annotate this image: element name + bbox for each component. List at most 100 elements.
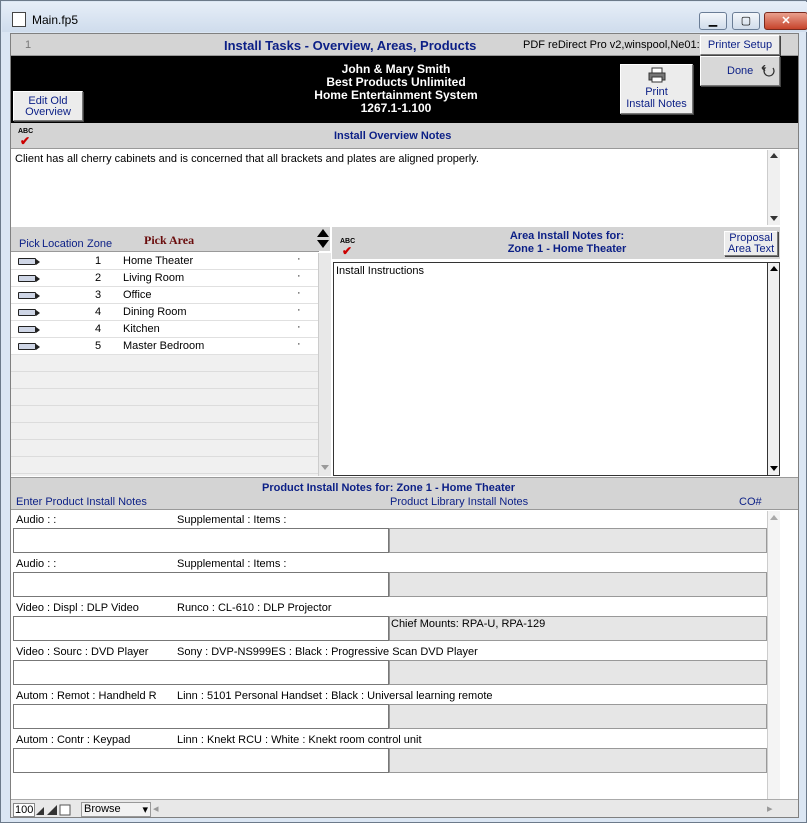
area-dot: · [297, 270, 301, 282]
product-library-notes [389, 704, 767, 729]
product-category: Audio : : [16, 558, 57, 570]
area-notes-text: Install Instructions [336, 265, 425, 277]
mode-select[interactable]: Browse ▾ [81, 802, 151, 817]
done-arrow-icon [761, 65, 775, 77]
product-up-icon[interactable] [770, 515, 778, 520]
zoom-level[interactable]: 100 [13, 803, 36, 817]
col-pick: Pick [19, 238, 40, 250]
pick-pencil-icon[interactable] [18, 309, 40, 316]
area-zone: 3 [95, 289, 102, 301]
area-zone: 2 [95, 272, 102, 284]
product-install-notes-field[interactable] [13, 660, 389, 685]
product-notes-title: Product Install Notes for: Zone 1 - Home… [262, 482, 516, 494]
product-category: Video : Sourc : DVD Player [16, 646, 149, 658]
area-dot: · [297, 338, 301, 350]
product-notes-header: Product Install Notes for: Zone 1 - Home… [11, 477, 798, 510]
window-title: Main.fp5 [32, 13, 79, 27]
scroll-left-icon[interactable]: ◂ [153, 802, 159, 815]
product-install-notes-field[interactable] [13, 616, 389, 641]
pick-pencil-icon[interactable] [18, 275, 40, 282]
done-label: Done [727, 65, 754, 77]
area-name: Dining Room [123, 306, 187, 318]
area-notes-zone: Zone 1 - Home Theater [507, 243, 627, 255]
area-notes-down-icon[interactable] [770, 466, 778, 471]
product-list-scrollbar[interactable] [767, 511, 780, 799]
overview-scrollbar[interactable] [767, 150, 780, 225]
close-button[interactable]: ✕ [764, 12, 807, 30]
area-spellcheck-icon[interactable]: ABC ✔ [340, 238, 358, 258]
zoom-icons[interactable] [35, 803, 71, 816]
product-library-notes [389, 528, 767, 553]
mode-label: Browse [84, 803, 121, 815]
spellcheck-icon[interactable]: ABC ✔ [18, 128, 36, 148]
area-row[interactable]: 3 Office · [11, 287, 318, 304]
product-library-notes [389, 572, 767, 597]
area-notes-up-icon[interactable] [770, 266, 778, 271]
overview-notes-field[interactable]: Client has all cherry cabinets and is co… [12, 150, 780, 225]
pick-area-header: Pick Location Zone Pick Area [11, 227, 319, 252]
product-list: Audio : : Supplemental : Items : Audio : :… [11, 511, 767, 799]
area-name: Kitchen [123, 323, 160, 335]
product-row: Audio : : Supplemental : Items : [11, 555, 767, 599]
area-row[interactable]: 4 Dining Room · [11, 304, 318, 321]
product-install-notes-field[interactable] [13, 572, 389, 597]
record-number: 1 [25, 39, 32, 51]
pick-area-title: Pick Area [144, 233, 195, 247]
app-window: Main.fp5 ▁ ▢ ✕ 1 Install Tasks - Overvie… [0, 0, 807, 823]
product-row: Autom : Remot : Handheld R Linn : 5101 Pe… [11, 687, 767, 731]
area-name: Home Theater [123, 255, 194, 267]
pick-pencil-icon[interactable] [18, 258, 40, 265]
area-down-icon[interactable] [317, 240, 329, 248]
scroll-right-icon[interactable]: ▸ [767, 802, 773, 815]
printer-info: PDF reDirect Pro v2,winspool,Ne01: [523, 39, 700, 51]
product-row: Autom : Contr : Keypad Linn : Knekt RCU :… [11, 731, 767, 775]
area-scroll-down-icon[interactable] [321, 465, 329, 470]
page-title: Install Tasks - Overview, Areas, Product… [224, 38, 477, 53]
area-row[interactable]: 2 Living Room · [11, 270, 318, 287]
product-row: Video : Displ : DLP Video Runco : CL-610 … [11, 599, 767, 643]
product-install-notes-field[interactable] [13, 748, 389, 773]
area-row[interactable]: 4 Kitchen · [11, 321, 318, 338]
area-row[interactable]: 1 Home Theater · [11, 253, 318, 270]
scroll-down-icon[interactable] [770, 216, 778, 221]
product-library-notes: Chief Mounts: RPA-U, RPA-129 [389, 616, 767, 641]
pick-pencil-icon[interactable] [18, 292, 40, 299]
printer-icon [648, 67, 665, 83]
pick-pencil-icon[interactable] [18, 326, 40, 333]
area-list-scrollbar[interactable] [318, 253, 331, 476]
product-row: Video : Sourc : DVD Player Sony : DVP-NS9… [11, 643, 767, 687]
product-description: Sony : DVP-NS999ES : Black : Progressive… [177, 646, 478, 658]
col-zone: Zone [87, 238, 113, 250]
product-description: Supplemental : Items : [177, 558, 287, 570]
product-description: Runco : CL-610 : DLP Projector [177, 602, 332, 614]
area-up-icon[interactable] [317, 229, 329, 237]
product-install-notes-field[interactable] [13, 528, 389, 553]
overview-notes-text: Client has all cherry cabinets and is co… [15, 153, 479, 165]
chevron-down-icon: ▾ [142, 804, 148, 816]
done-button[interactable]: Done [700, 56, 780, 86]
area-zone: 4 [95, 323, 102, 335]
pick-pencil-icon[interactable] [18, 343, 40, 350]
print-install-notes-button[interactable]: Print Install Notes [620, 64, 693, 114]
product-install-notes-field[interactable] [13, 704, 389, 729]
edit-old-overview-button[interactable]: Edit Old Overview [13, 91, 83, 121]
area-zone: 1 [95, 255, 102, 267]
product-description: Supplemental : Items : [177, 514, 287, 526]
overview-title: Install Overview Notes [334, 130, 452, 142]
area-dot: · [297, 253, 301, 265]
area-row[interactable]: 5 Master Bedroom · [11, 338, 318, 355]
printer-setup-button[interactable]: Printer Setup [700, 35, 780, 55]
area-notes-header: ABC ✔ Area Install Notes for: Zone 1 - Ho… [332, 227, 780, 259]
proposal-label-2: Area Text [727, 243, 775, 255]
proposal-area-text-button[interactable]: Proposal Area Text [724, 231, 778, 256]
area-notes-field[interactable]: Install Instructions [333, 262, 769, 476]
area-dot: · [297, 304, 301, 316]
minimize-button[interactable]: ▁ [699, 12, 727, 30]
area-notes-scrollbar[interactable] [767, 262, 780, 476]
col-location: Location [42, 238, 84, 250]
product-description: Linn : Knekt RCU : White : Knekt room co… [177, 734, 422, 746]
scroll-up-icon[interactable] [770, 153, 778, 158]
maximize-button[interactable]: ▢ [732, 12, 760, 30]
header-bar: 1 Install Tasks - Overview, Areas, Produ… [11, 34, 798, 56]
pick-area-arrows [316, 227, 330, 251]
